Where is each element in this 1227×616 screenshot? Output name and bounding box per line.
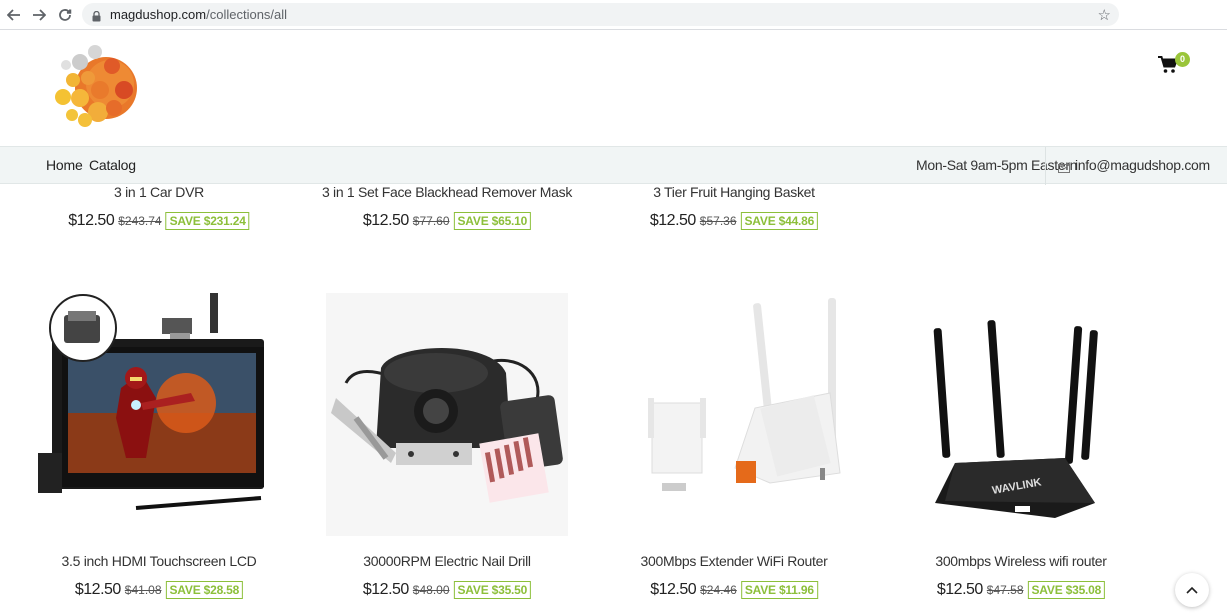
- price-row: $12.50 $243.74 SAVE $231.24: [68, 212, 250, 230]
- bookmark-star-icon[interactable]: ☆: [1098, 6, 1111, 24]
- url-domain: magdushop.com: [110, 7, 207, 22]
- save-badge: SAVE $28.58: [165, 581, 244, 599]
- lock-icon: [92, 9, 101, 27]
- nav-catalog[interactable]: Catalog: [89, 157, 136, 173]
- back-arrow-icon[interactable]: [4, 5, 24, 25]
- product-title[interactable]: 300Mbps Extender WiFi Router: [641, 553, 828, 569]
- product-title[interactable]: 3.5 inch HDMI Touchscreen LCD: [62, 553, 257, 569]
- back-to-top-button[interactable]: [1175, 573, 1209, 607]
- save-badge: SAVE $11.96: [740, 581, 818, 599]
- reload-icon[interactable]: [55, 5, 75, 25]
- save-badge: SAVE $231.24: [165, 212, 250, 230]
- compare-price: $48.00: [412, 583, 450, 597]
- product-image-nail-drill[interactable]: [326, 293, 568, 536]
- price-row: $12.50 $24.46 SAVE $11.96: [650, 581, 818, 599]
- contact-email[interactable]: info@magudshop.com: [1075, 157, 1210, 173]
- main-nav: Home Catalog Mon-Sat 9am-5pm Eastern inf…: [0, 146, 1227, 185]
- forward-arrow-icon[interactable]: [29, 5, 49, 25]
- nav-home[interactable]: Home: [46, 157, 83, 173]
- compare-price: $41.08: [124, 583, 162, 597]
- compare-price: $77.60: [412, 214, 450, 228]
- browser-toolbar: magdushop.com/collections/all ☆: [0, 0, 1227, 30]
- site-header: 0: [0, 30, 1227, 146]
- cart-count-badge: 0: [1175, 52, 1190, 67]
- compare-price: $243.74: [118, 214, 162, 228]
- url-text: magdushop.com/collections/all: [110, 7, 287, 22]
- product-title[interactable]: 30000RPM Electric Nail Drill: [363, 553, 531, 569]
- product-image-extender[interactable]: [640, 293, 850, 503]
- address-bar[interactable]: magdushop.com/collections/all ☆: [82, 3, 1119, 26]
- price-row: $12.50 $47.58 SAVE $35.08: [936, 581, 1106, 599]
- product-title[interactable]: 300mbps Wireless wifi router: [935, 553, 1107, 569]
- product-image-router[interactable]: WAVLINK: [930, 318, 1100, 528]
- price-row: $12.50 $41.08 SAVE $28.58: [74, 581, 244, 599]
- product-price: $12.50: [362, 212, 409, 229]
- product-title[interactable]: 3 in 1 Car DVR: [114, 184, 204, 200]
- chevron-up-icon: [1186, 581, 1198, 599]
- save-badge: SAVE $35.50: [453, 581, 532, 599]
- product-price: $12.50: [68, 212, 115, 229]
- product-price: $12.50: [74, 581, 121, 598]
- product-image-lcd[interactable]: [36, 293, 276, 518]
- product-price: $12.50: [649, 212, 696, 229]
- price-row: $12.50 $77.60 SAVE $65.10: [362, 212, 532, 230]
- product-price: $12.50: [936, 581, 983, 598]
- price-row: $12.50 $48.00 SAVE $35.50: [362, 581, 532, 599]
- site-logo[interactable]: [50, 40, 142, 137]
- compare-price: $57.36: [699, 214, 737, 228]
- save-badge: SAVE $35.08: [1027, 581, 1106, 599]
- product-title[interactable]: 3 Tier Fruit Hanging Basket: [653, 184, 815, 200]
- save-badge: SAVE $44.86: [740, 212, 819, 230]
- product-title[interactable]: 3 in 1 Set Face Blackhead Remover Mask: [322, 184, 572, 200]
- save-badge: SAVE $65.10: [453, 212, 532, 230]
- envelope-icon: [1058, 160, 1070, 178]
- compare-price: $47.58: [986, 583, 1024, 597]
- store-hours: Mon-Sat 9am-5pm Eastern: [916, 157, 1078, 173]
- product-price: $12.50: [650, 581, 697, 598]
- product-price: $12.50: [362, 581, 409, 598]
- compare-price: $24.46: [700, 583, 737, 597]
- nav-divider: [1045, 147, 1046, 185]
- price-row: $12.50 $57.36 SAVE $44.86: [649, 212, 819, 230]
- url-path: /collections/all: [206, 7, 288, 22]
